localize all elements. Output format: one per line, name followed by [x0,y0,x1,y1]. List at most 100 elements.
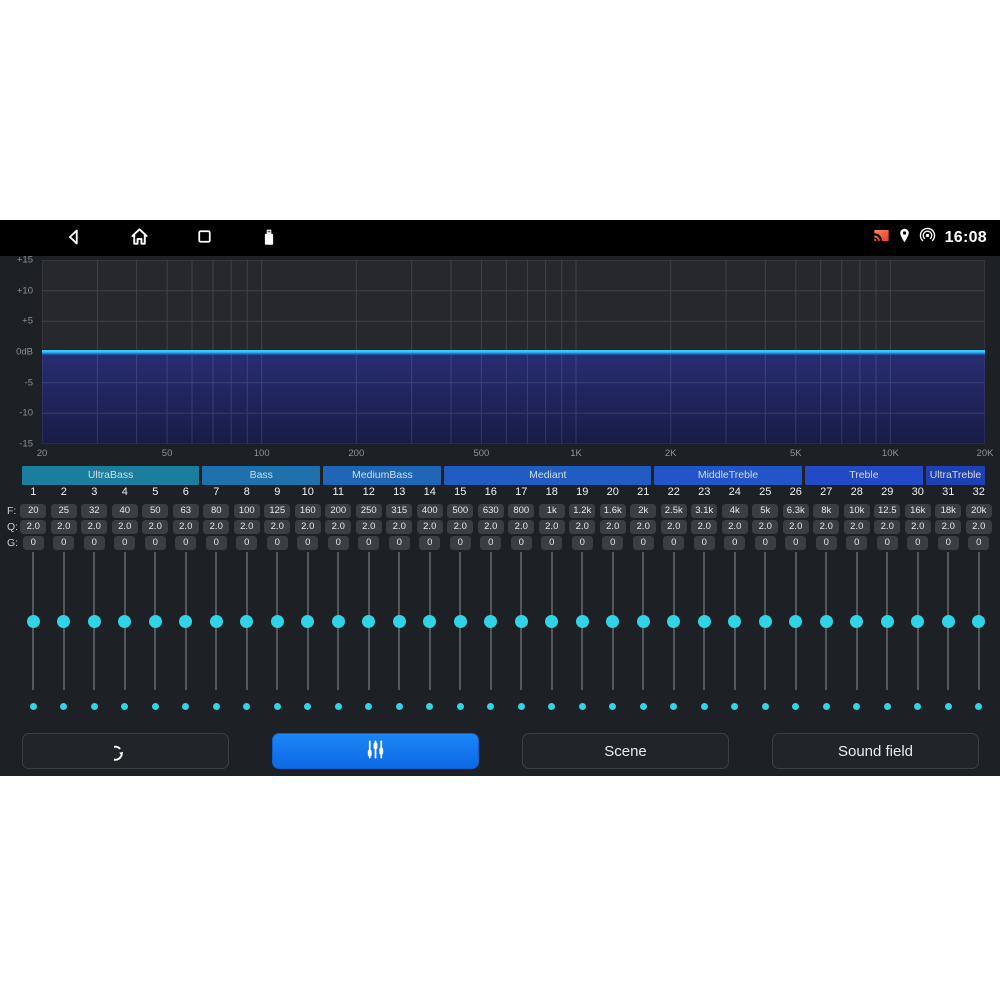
band-slider-knob[interactable] [271,615,284,628]
band-slider-knob[interactable] [149,615,162,628]
band-dot[interactable] [182,703,189,710]
band-slider-knob[interactable] [698,615,711,628]
band-dot[interactable] [60,703,67,710]
band-slider-knob[interactable] [576,615,589,628]
band-slider[interactable] [232,552,263,690]
band-slider-knob[interactable] [667,615,680,628]
band-dot[interactable] [335,703,342,710]
band-slider[interactable] [293,552,324,690]
band-slider-knob[interactable] [27,615,40,628]
band-dot[interactable] [945,703,952,710]
band-slider[interactable] [781,552,812,690]
band-slider[interactable] [933,552,964,690]
band-slider[interactable] [110,552,141,690]
equalizer-button[interactable] [272,733,479,769]
band-dot[interactable] [701,703,708,710]
scene-button[interactable]: Scene [522,733,729,769]
band-dot[interactable] [152,703,159,710]
band-slider-knob[interactable] [911,615,924,628]
band-dot[interactable] [548,703,555,710]
band-dot[interactable] [914,703,921,710]
band-dot[interactable] [457,703,464,710]
band-dot[interactable] [396,703,403,710]
band-dot[interactable] [243,703,250,710]
band-slider-knob[interactable] [393,615,406,628]
band-slider[interactable] [476,552,507,690]
band-slider[interactable] [964,552,995,690]
band-slider[interactable] [842,552,873,690]
band-slider[interactable] [384,552,415,690]
band-slider-knob[interactable] [728,615,741,628]
band-dot[interactable] [975,703,982,710]
band-dot[interactable] [670,703,677,710]
band-dot[interactable] [304,703,311,710]
band-slider[interactable] [171,552,202,690]
band-dot[interactable] [609,703,616,710]
band-slider-knob[interactable] [972,615,985,628]
band-slider-knob[interactable] [88,615,101,628]
band-slider[interactable] [811,552,842,690]
band-dot[interactable] [518,703,525,710]
recents-button[interactable] [192,226,216,250]
band-slider[interactable] [262,552,293,690]
band-slider-knob[interactable] [789,615,802,628]
band-dot[interactable] [121,703,128,710]
band-slider[interactable] [354,552,385,690]
band-slider-knob[interactable] [820,615,833,628]
band-dot[interactable] [213,703,220,710]
band-dot[interactable] [823,703,830,710]
band-slider-knob[interactable] [240,615,253,628]
home-button[interactable] [127,226,151,250]
reset-button[interactable] [22,733,229,769]
band-slider[interactable] [872,552,903,690]
band-dot[interactable] [91,703,98,710]
band-slider-knob[interactable] [179,615,192,628]
band-dot[interactable] [762,703,769,710]
band-slider-knob[interactable] [606,615,619,628]
band-slider-knob[interactable] [423,615,436,628]
band-slider-knob[interactable] [942,615,955,628]
band-slider-knob[interactable] [118,615,131,628]
band-slider-knob[interactable] [301,615,314,628]
band-slider-knob[interactable] [484,615,497,628]
band-slider-knob[interactable] [57,615,70,628]
band-slider[interactable] [445,552,476,690]
band-slider[interactable] [79,552,110,690]
band-dot[interactable] [365,703,372,710]
band-slider[interactable] [201,552,232,690]
band-slider-knob[interactable] [362,615,375,628]
band-dot[interactable] [640,703,647,710]
band-slider-knob[interactable] [759,615,772,628]
band-slider[interactable] [720,552,751,690]
band-slider[interactable] [598,552,629,690]
band-dot[interactable] [274,703,281,710]
band-slider[interactable] [140,552,171,690]
band-slider-knob[interactable] [881,615,894,628]
band-slider-knob[interactable] [332,615,345,628]
band-slider-knob[interactable] [515,615,528,628]
band-dot[interactable] [487,703,494,710]
sound-field-button[interactable]: Sound field [772,733,979,769]
band-dot[interactable] [792,703,799,710]
band-slider[interactable] [49,552,80,690]
band-slider-knob[interactable] [454,615,467,628]
band-dot[interactable] [30,703,37,710]
band-slider[interactable] [18,552,49,690]
band-slider[interactable] [903,552,934,690]
band-slider[interactable] [537,552,568,690]
band-dot[interactable] [731,703,738,710]
band-slider[interactable] [415,552,446,690]
band-dot[interactable] [853,703,860,710]
band-slider[interactable] [323,552,354,690]
usb-button[interactable] [257,226,281,250]
band-slider[interactable] [750,552,781,690]
band-slider-knob[interactable] [637,615,650,628]
band-slider[interactable] [659,552,690,690]
back-button[interactable] [62,226,86,250]
band-slider-knob[interactable] [210,615,223,628]
band-dot[interactable] [884,703,891,710]
band-slider[interactable] [567,552,598,690]
band-slider[interactable] [628,552,659,690]
band-dot[interactable] [426,703,433,710]
band-slider-knob[interactable] [850,615,863,628]
